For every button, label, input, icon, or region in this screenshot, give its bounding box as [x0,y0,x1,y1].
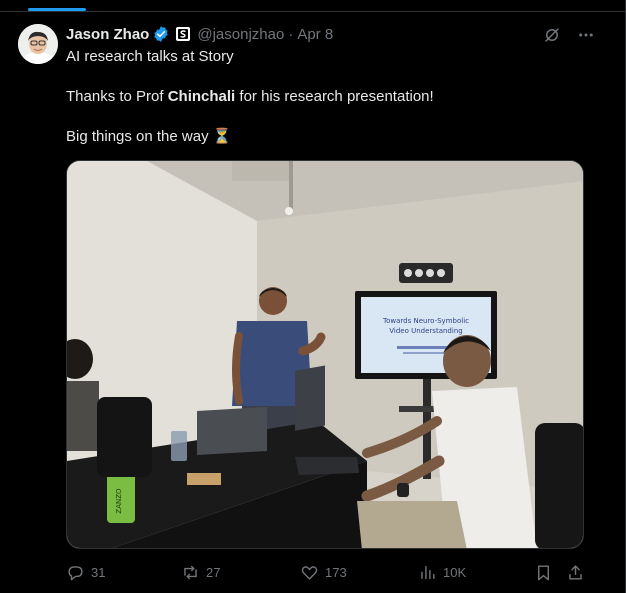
share-button[interactable] [566,560,585,584]
slide-title-line-1: Towards Neuro-Symbolic [382,317,469,325]
views-count: 10K [443,564,467,580]
verified-badge-icon [152,25,170,43]
avatar-image [18,24,58,64]
text-suffix: for his research presentation! [235,88,434,105]
separator-dot: · [288,25,294,43]
repost-button[interactable]: 27 [181,560,220,584]
text-prefix: Thanks to Prof [66,88,168,105]
like-count: 173 [325,564,347,580]
bookmark-button[interactable] [534,560,553,584]
meeting-room-photo: Towards Neuro-Symbolic Video Understandi… [67,161,583,548]
post-date[interactable]: Apr 8 [297,26,333,43]
hourglass-emoji: ⏳ [212,128,232,145]
post-text-line-1: AI research talks at Story [66,48,234,65]
reply-button[interactable]: 31 [66,560,105,584]
share-icon [569,564,582,580]
reply-icon [68,565,83,580]
avatar[interactable] [18,24,58,64]
bookmark-icon [538,564,549,580]
post-header: Jason Zhao @jasonjzhao · Apr 8 [66,24,333,44]
slide-title-line-2: Video Understanding [389,327,462,335]
text-line-3: Big things on the way [66,128,209,145]
post-photo[interactable]: Towards Neuro-Symbolic Video Understandi… [66,160,584,549]
text-bold-name: Chinchali [167,88,236,105]
top-divider [0,0,626,12]
post-actions-bar: 31 27 173 10K [66,560,586,584]
tab-indicator [28,8,86,11]
affiliation-badge-icon[interactable] [175,26,191,42]
reply-count: 31 [91,564,106,580]
author-handle[interactable]: @jasonjzhao [197,26,284,43]
can-label: ZANZO [115,488,123,514]
author-name[interactable]: Jason Zhao [66,26,149,43]
views-button[interactable]: 10K [418,560,466,584]
post-text: AI research talks at Story Thanks to Pro… [66,47,586,147]
like-button[interactable]: 173 [300,560,347,584]
more-options-icon[interactable] [576,25,596,45]
repost-icon [184,565,197,579]
post-top-actions [542,25,596,45]
grok-icon[interactable] [542,25,562,45]
views-icon [421,565,435,579]
post-text-line-2: Thanks to Prof Chinchali for his researc… [66,87,586,107]
post-text-line-3: Big things on the way ⏳ [66,127,586,147]
repost-count: 27 [206,564,221,580]
heart-icon [301,565,318,580]
